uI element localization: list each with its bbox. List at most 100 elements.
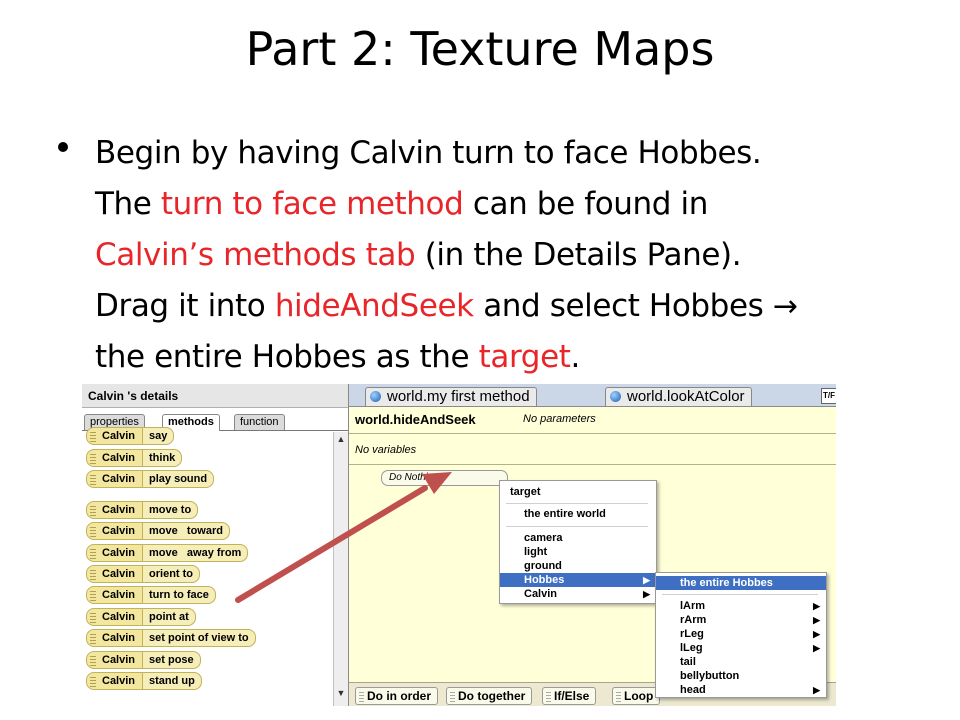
grip-icon [90, 504, 96, 516]
alice-screenshot: Calvin 's details properties methods fun… [82, 384, 836, 706]
loop-tile[interactable]: Loop [612, 687, 661, 705]
bullet-line-4: Drag it into hideAndSeek and select Hobb… [95, 281, 925, 332]
triangle-right-icon: ▶ [813, 685, 820, 695]
menu-item-label: Calvin [524, 588, 558, 600]
highlight-turn-to-face: turn to face method [160, 186, 464, 222]
tile-action: set point of view to [142, 630, 255, 646]
tile-object: Calvin [102, 654, 136, 666]
slide-title: Part 2: Texture Maps [245, 22, 715, 76]
submenu-item-larm[interactable]: lArm ▶ [656, 599, 826, 613]
tab-my-first-method[interactable]: world.my first method [365, 387, 537, 406]
submenu-item-rarm[interactable]: rArm ▶ [656, 613, 826, 627]
do-nothing-drop-target[interactable]: Do Nothing [381, 470, 508, 486]
bullet-line-3: Calvin’s methods tab (in the Details Pan… [95, 230, 925, 281]
menu-item-entire-world[interactable]: the entire world [500, 507, 656, 521]
tile-object: Calvin [102, 473, 136, 485]
menu-item-camera[interactable]: camera [500, 531, 656, 545]
submenu-item-lleg[interactable]: lLeg ▶ [656, 641, 826, 655]
menu-item-label: Hobbes [524, 574, 565, 586]
text-run: . [570, 339, 581, 375]
tile-object: Calvin [102, 504, 136, 516]
tile-action: say [142, 428, 174, 444]
submenu-item-bellybutton[interactable]: bellybutton [656, 669, 826, 683]
right-arrow-icon: → [772, 289, 798, 324]
method-tile-point-at[interactable]: Calvin point at [86, 608, 196, 626]
details-scrollbar[interactable]: ▲ ▼ [333, 432, 348, 706]
grip-icon [90, 611, 96, 623]
if-else-tile[interactable]: If/Else [542, 687, 597, 705]
triangle-down-icon[interactable]: ▼ [334, 686, 348, 700]
method-header: world.hideAndSeek No parameters [349, 407, 836, 434]
menu-item-label: head [680, 684, 706, 696]
triangle-right-icon: ▶ [813, 615, 820, 625]
method-tile-stand-up[interactable]: Calvin stand up [86, 672, 202, 690]
grip-icon [90, 525, 96, 537]
text-run: can be found in [463, 186, 709, 222]
grip-icon [90, 632, 96, 644]
method-tile-say[interactable]: Calvin say [86, 427, 175, 445]
tab-label: world.lookAtColor [627, 388, 745, 405]
tile-object: Calvin [102, 525, 136, 537]
method-tile-play-sound[interactable]: Calvin play sound [86, 470, 215, 488]
menu-header: target [510, 486, 541, 498]
menu-item-label: lLeg [680, 642, 703, 654]
hobbes-submenu: the entire Hobbes lArm ▶ rArm ▶ rLeg ▶ lLeg… [655, 572, 827, 698]
tile-action: set pose [142, 652, 200, 668]
tile-action: turn to face [142, 587, 215, 603]
grip-icon [90, 473, 96, 485]
bullet-dot [58, 142, 68, 152]
text-run: Begin by having Calvin turn to face Hobb… [95, 135, 762, 171]
method-params: No parameters [523, 413, 596, 425]
menu-item-hobbes[interactable]: Hobbes ▶ [500, 573, 656, 587]
menu-item-label: rLeg [680, 628, 704, 640]
submenu-item-entire-hobbes[interactable]: the entire Hobbes [656, 576, 826, 590]
method-tile-orient-to[interactable]: Calvin orient to [86, 565, 201, 583]
method-tile-move-to[interactable]: Calvin move to [86, 501, 199, 519]
method-tile-turn-to-face[interactable]: Calvin turn to face [86, 586, 216, 604]
text-run: The [95, 186, 161, 222]
grip-icon [90, 568, 96, 580]
do-in-order-tile[interactable]: Do in order [355, 687, 439, 705]
submenu-item-head[interactable]: head ▶ [656, 683, 826, 697]
tile-object: Calvin [102, 430, 136, 442]
text-run: (in the Details Pane). [415, 237, 742, 273]
triangle-right-icon: ▶ [813, 629, 820, 639]
tab-look-at-color[interactable]: world.lookAtColor [605, 387, 752, 406]
menu-separator [662, 594, 818, 595]
tile-object: Calvin [102, 632, 136, 644]
highlight-hideandseek: hideAndSeek [274, 288, 474, 324]
editor-tabbar: world.my first method world.lookAtColor … [349, 384, 836, 407]
tile-action: move away from [142, 545, 248, 561]
method-tile-think[interactable]: Calvin think [86, 449, 183, 467]
highlight-methods-tab: Calvin’s methods tab [95, 237, 416, 273]
tile-object: Calvin [102, 675, 136, 687]
submenu-item-tail[interactable]: tail [656, 655, 826, 669]
menu-item-calvin[interactable]: Calvin ▶ [500, 587, 656, 601]
method-variables: No variables [355, 444, 417, 456]
submenu-item-rleg[interactable]: rLeg ▶ [656, 627, 826, 641]
world-ball-icon [370, 391, 381, 402]
menu-item-label: lArm [680, 600, 706, 612]
method-tile-set-pose[interactable]: Calvin set pose [86, 651, 201, 669]
menu-item-light[interactable]: light [500, 545, 656, 559]
tile-object: Calvin [102, 611, 136, 623]
method-tile-set-point-of-view[interactable]: Calvin set point of view to [86, 629, 256, 647]
do-together-tile[interactable]: Do together [446, 687, 533, 705]
triangle-right-icon: ▶ [643, 589, 650, 599]
grip-icon [90, 547, 96, 559]
method-tile-move-toward[interactable]: Calvin move toward [86, 522, 230, 540]
menu-item-ground[interactable]: ground [500, 559, 656, 573]
method-name: world.hideAndSeek [355, 412, 476, 427]
method-tile-move-away-from[interactable]: Calvin move away from [86, 544, 249, 562]
tf-button[interactable]: T/F [821, 388, 836, 404]
triangle-up-icon[interactable]: ▲ [334, 432, 348, 446]
tile-action: point at [142, 609, 195, 625]
tile-object: Calvin [102, 589, 136, 601]
details-pane: Calvin 's details properties methods fun… [82, 384, 349, 706]
tile-action: think [142, 450, 182, 466]
text-run: the entire Hobbes as the [95, 339, 479, 375]
world-ball-icon [610, 391, 621, 402]
tile-action: play sound [142, 471, 214, 487]
tab-function[interactable]: function [234, 414, 285, 430]
text-run: Drag it into [95, 288, 275, 324]
